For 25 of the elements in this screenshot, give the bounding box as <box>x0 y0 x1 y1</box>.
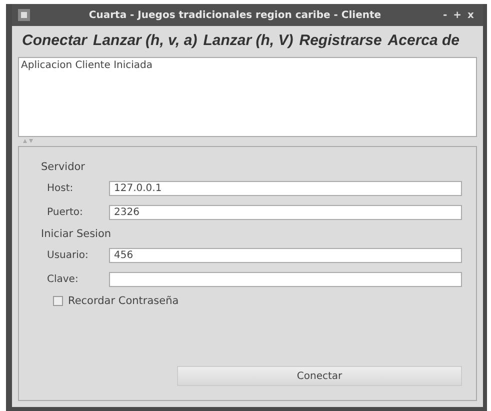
field-label: Host: <box>46 182 74 194</box>
field-label: Usuario: <box>46 250 90 260</box>
connect-button[interactable]: Conectar <box>177 366 462 386</box>
app-icon <box>18 9 30 21</box>
menu-item[interactable]: Acerca de <box>388 32 460 49</box>
input-field[interactable]: 456 <box>109 248 462 262</box>
menu-item[interactable]: Lanzar (h, v, a) <box>93 32 198 49</box>
window-title: Cuarta - Juegos tradicionales region caribe - Cliente <box>88 10 382 20</box>
checkbox[interactable] <box>53 296 63 306</box>
input-field[interactable]: 2326 <box>109 204 462 220</box>
menu-item[interactable]: Registrarse <box>299 32 382 49</box>
input-field[interactable]: 127.0.0.1 <box>109 180 462 196</box>
log-area: Aplicacion Cliente Iniciada <box>18 57 477 137</box>
group-title: Servidor <box>41 161 86 173</box>
window-control[interactable]: - <box>440 10 450 20</box>
menu-item[interactable]: Conectar <box>22 32 88 49</box>
field-label: Clave: <box>46 274 80 284</box>
input-field[interactable] <box>109 272 462 286</box>
splitter-arrows-icon[interactable] <box>22 138 34 144</box>
window-control[interactable]: + <box>450 10 465 20</box>
menu-item[interactable]: Lanzar (h, V) <box>203 32 294 49</box>
window-control[interactable]: x <box>464 10 477 20</box>
field-label: Puerto: <box>46 206 84 218</box>
group-title: Iniciar Sesion <box>41 228 112 240</box>
checkbox-label: Recordar Contraseña <box>68 295 179 307</box>
